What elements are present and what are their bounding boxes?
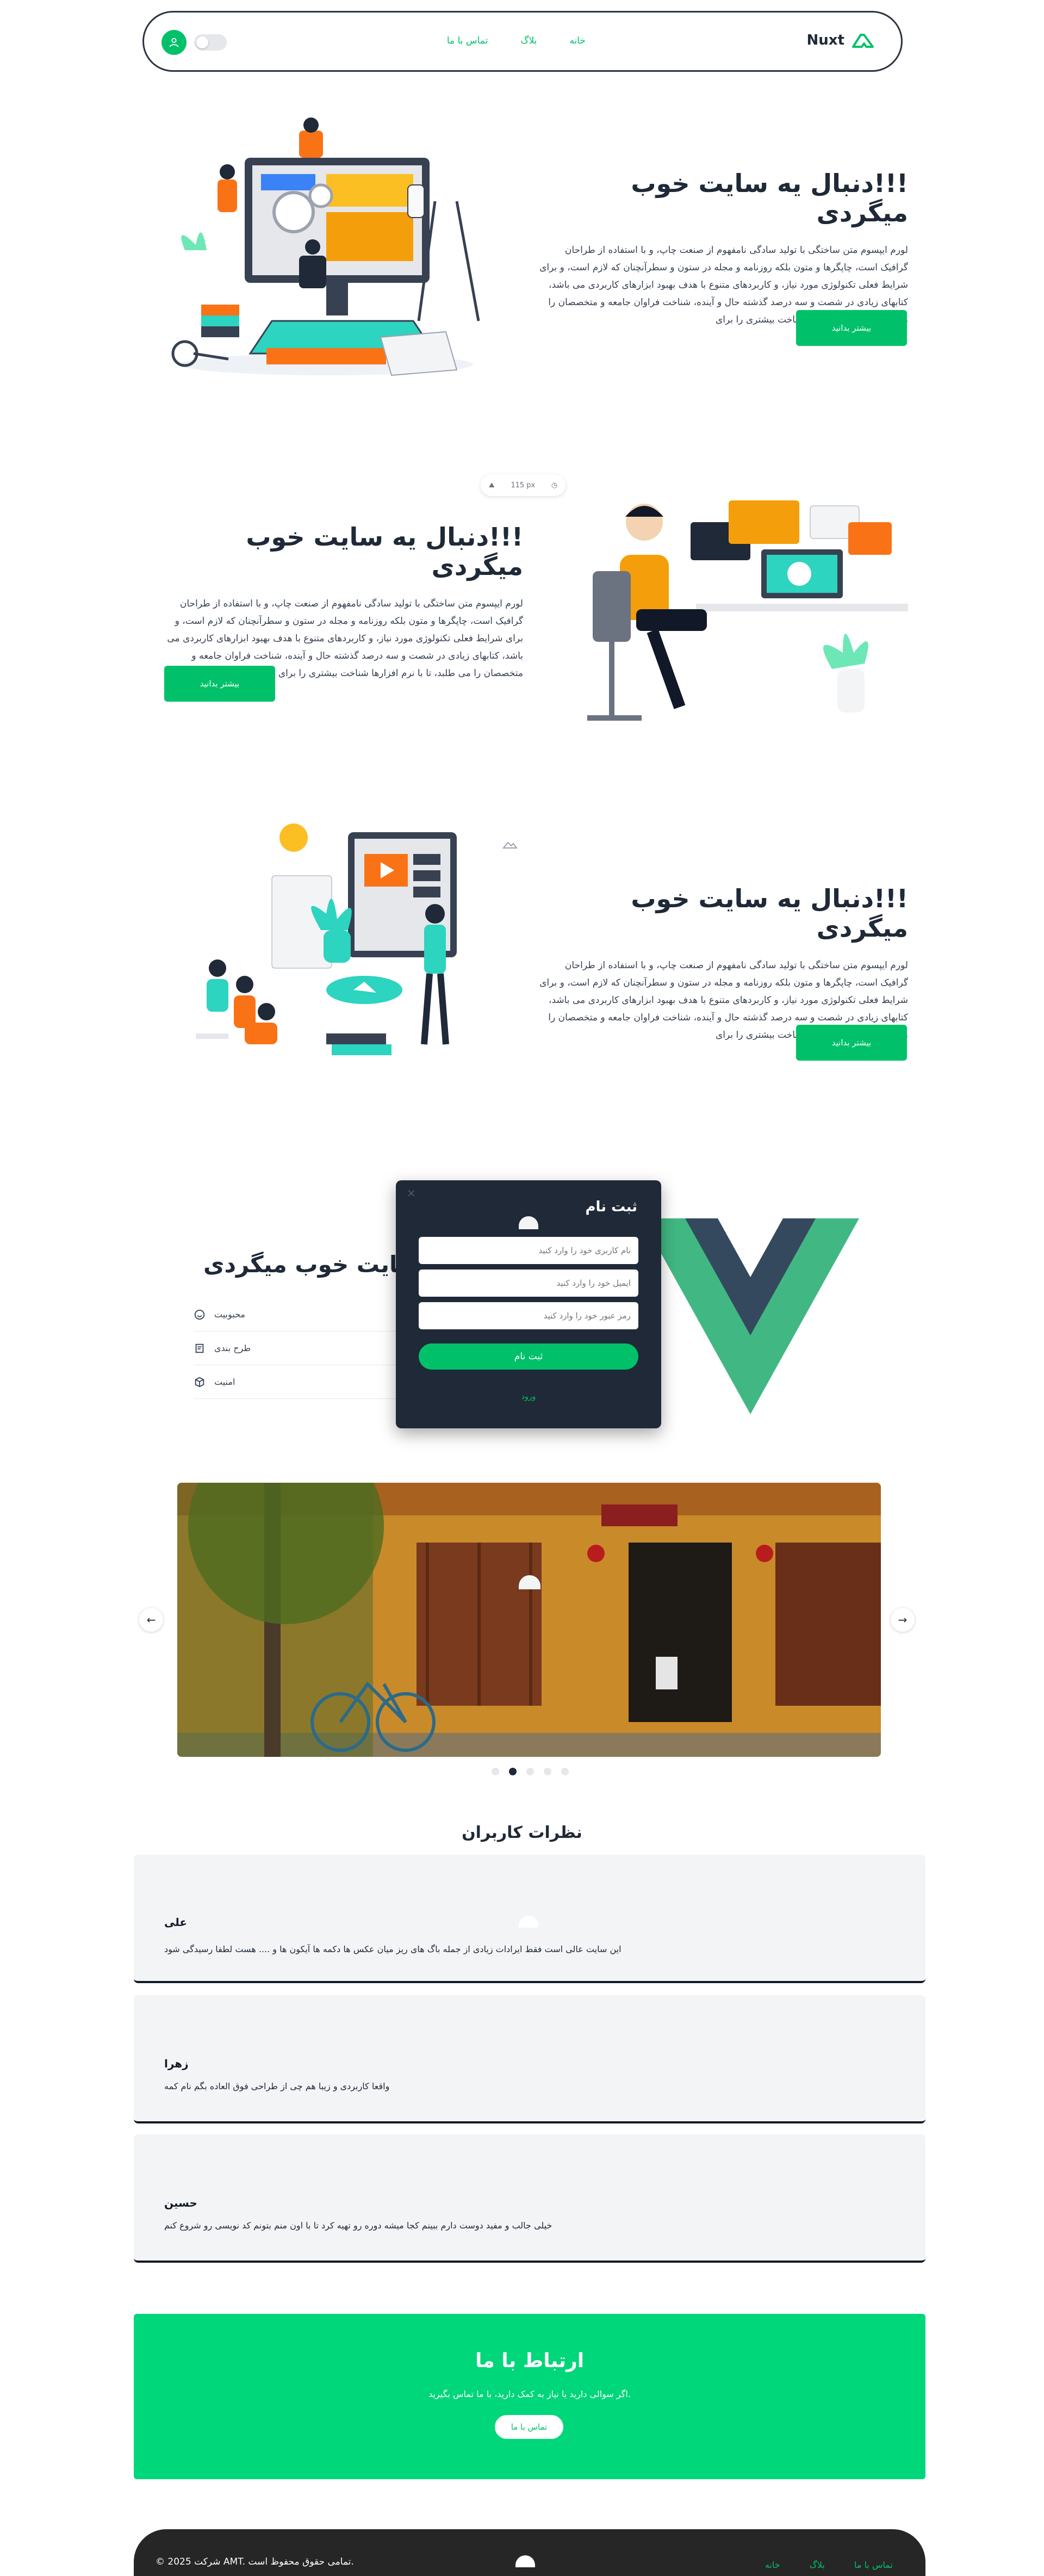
hero-2-title: !!!دنبال یه سایت خوب میگردی: [246, 522, 523, 581]
hero-3-button[interactable]: بیشتر بدانید: [796, 1025, 907, 1061]
image-icon[interactable]: ⛰: [489, 481, 495, 490]
hero-3-illustration: [185, 816, 489, 1088]
vue-logo: [642, 1218, 859, 1420]
carousel-dot-3[interactable]: [526, 1768, 534, 1775]
bookmark-icon: [195, 1343, 204, 1353]
footer-links: تماس با ما بلاگ خانه: [765, 2560, 893, 2570]
comment-text: خیلی جالب و مفید دوست دارم ببینم کجا میش…: [164, 2220, 552, 2231]
carousel-image: [177, 1483, 881, 1757]
nuxt-logo-icon: [852, 34, 874, 48]
comments-title: نظرات کاربران: [462, 1823, 582, 1842]
carousel-dot-1[interactable]: [492, 1768, 499, 1775]
features-section: دنبال یه سایت خوب میگردی محبوبیت طرح بند…: [179, 1251, 517, 1414]
contact-button[interactable]: تماس با ما: [495, 2415, 563, 2439]
comment-card: زهرا واقعا کاربردی و زیبا هم چی از طراحی…: [134, 1995, 925, 2123]
image-placeholder-icon: [519, 1916, 538, 1928]
login-link[interactable]: ورود: [396, 1392, 661, 1401]
image-placeholder-icon: [515, 2555, 535, 2567]
image-placeholder-icon: [519, 1216, 538, 1229]
nav-link-blog[interactable]: بلاگ: [520, 35, 537, 46]
hero-2-button[interactable]: بیشتر بدانید: [164, 666, 275, 702]
signup-modal: ✕ ثبت نام ثبت نام ورود: [396, 1180, 661, 1428]
footer-link-home[interactable]: خانه: [765, 2560, 780, 2570]
hero-3-text: !!!دنبال یه سایت خوب میگردی لورم ایپسوم …: [538, 884, 908, 1044]
feature-label: طرح بندی: [214, 1343, 251, 1353]
close-icon[interactable]: ✕: [407, 1187, 416, 1200]
copyright-text: © 2025 شرکت AMT. تمامی حقوق محفوظ است.: [156, 2556, 354, 2567]
comment-card: حسین خیلی جالب و مفید دوست دارم ببینم کج…: [134, 2134, 925, 2263]
comment-card: علی این سایت عالی است فقط ایرادات زیادی …: [134, 1855, 925, 1983]
hero-3-title: !!!دنبال یه سایت خوب میگردی: [631, 884, 908, 943]
signup-title: ثبت نام: [585, 1199, 637, 1215]
carousel-dots: [492, 1768, 569, 1775]
footer-link-blog[interactable]: بلاگ: [810, 2560, 825, 2570]
comment-text: واقعا کاربردی و زیبا هم چی از طراحی فوق …: [164, 2081, 390, 2091]
carousel-dot-2[interactable]: [509, 1768, 517, 1775]
brand-name: Nuxt: [806, 32, 844, 48]
footer-link-contact[interactable]: تماس با ما: [854, 2560, 893, 2570]
comment-author: علی: [164, 1916, 188, 1929]
password-input[interactable]: [419, 1302, 638, 1329]
feature-label: محبوبیت: [214, 1309, 245, 1320]
hero-1-illustration: [163, 114, 500, 386]
navbar: Nuxt خانه بلاگ تماس با ما: [142, 11, 903, 72]
hero-1-button[interactable]: بیشتر بدانید: [796, 310, 907, 346]
zoom-chip: ⛰ 115 px ◷: [481, 474, 566, 496]
nav-link-contact[interactable]: تماس با ما: [447, 35, 488, 46]
cube-icon: [195, 1377, 204, 1387]
theme-toggle[interactable]: [194, 34, 227, 51]
hero-1-title: !!!دنبال یه سایت خوب میگردی: [631, 169, 908, 227]
contact-section: ارتباط با ما اگر سوالی دارید یا نیاز به …: [134, 2314, 925, 2479]
feature-item-popularity: محبوبیت: [194, 1298, 400, 1332]
contact-title: ارتباط با ما: [475, 2350, 585, 2372]
feature-item-security: امنیت: [194, 1365, 400, 1399]
feature-item-layout: طرح بندی: [194, 1332, 400, 1365]
user-icon: [169, 38, 179, 47]
smile-icon: [194, 1309, 205, 1320]
clock-icon[interactable]: ◷: [551, 481, 557, 490]
hero-2-text: !!!دنبال یه سایت خوب میگردی لورم ایپسوم …: [164, 522, 523, 682]
comment-author: حسین: [164, 2196, 197, 2209]
signup-submit-button[interactable]: ثبت نام: [419, 1343, 638, 1370]
carousel-prev-button[interactable]: ←: [139, 1608, 163, 1632]
feature-label: امنیت: [214, 1377, 235, 1387]
footer: © 2025 شرکت AMT. تمامی حقوق محفوظ است. ت…: [134, 2529, 925, 2576]
carousel-next-button[interactable]: →: [891, 1608, 915, 1632]
contact-subtitle: اگر سوالی دارید یا نیاز به کمک دارید، با…: [428, 2389, 631, 2399]
carousel-dot-4[interactable]: [544, 1768, 551, 1775]
nav-links: خانه بلاگ تماس با ما: [447, 35, 586, 46]
zoom-value: 115 px: [511, 481, 536, 490]
username-input[interactable]: [419, 1237, 638, 1264]
brand[interactable]: Nuxt: [807, 32, 874, 48]
carousel-dot-5[interactable]: [561, 1768, 569, 1775]
nav-link-home[interactable]: خانه: [569, 35, 586, 46]
comment-author: زهرا: [164, 2057, 189, 2070]
email-input[interactable]: [419, 1270, 638, 1297]
comment-text: این سایت عالی است فقط ایرادات زیادی از ج…: [164, 1944, 622, 1954]
hero-2-illustration: [571, 490, 913, 734]
hero-1-text: !!!دنبال یه سایت خوب میگردی لورم ایپسوم …: [538, 169, 908, 329]
image-placeholder-icon: [498, 838, 521, 852]
user-button[interactable]: [161, 30, 187, 55]
